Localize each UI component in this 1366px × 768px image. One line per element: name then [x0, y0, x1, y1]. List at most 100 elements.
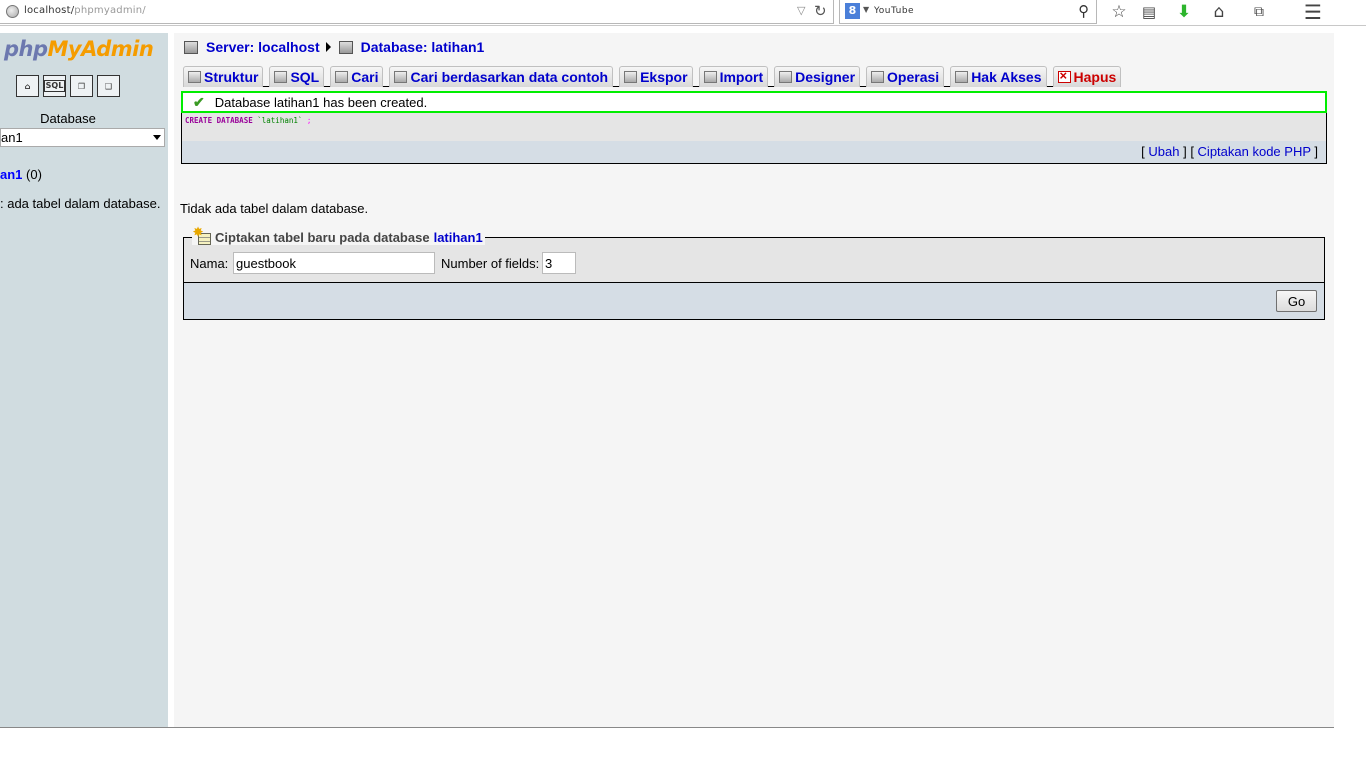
- url-bar[interactable]: localhost/phpmyadmin/ ▽ ↻: [0, 0, 834, 24]
- browser-toolbar: localhost/phpmyadmin/ ▽ ↻ 8 ▼ YouTube ⚲ …: [0, 0, 1366, 26]
- new-table-icon: [193, 225, 211, 245]
- home-icon[interactable]: ⌂: [16, 75, 39, 97]
- import-icon: [703, 71, 717, 83]
- logo-php: php: [4, 37, 48, 61]
- tab-struktur[interactable]: Struktur: [183, 66, 264, 87]
- left-icon-bar: ⌂ SQL ❐ ❑: [16, 75, 120, 97]
- tab-bar: Struktur SQL Cari Cari berdasarkan data …: [183, 66, 1122, 87]
- structure-icon: [188, 71, 201, 83]
- database-select[interactable]: an1: [0, 128, 165, 147]
- success-message: ✔ Database latihan1 has been created.: [181, 91, 1327, 113]
- tab-label: Import: [719, 69, 764, 85]
- query-window-icon[interactable]: ❐: [70, 75, 93, 97]
- designer-icon: [779, 71, 793, 83]
- sql-punctuation: ;: [302, 116, 312, 125]
- sql-icon: [274, 71, 288, 83]
- tab-label: Hak Akses: [971, 69, 1042, 85]
- tools-icon: [871, 71, 885, 83]
- tab-import[interactable]: Import: [698, 66, 769, 87]
- tab-label: Struktur: [204, 69, 259, 85]
- search-bar[interactable]: 8 ▼ YouTube ⚲: [839, 0, 1097, 24]
- sql-icon-label: SQL: [43, 80, 66, 92]
- go-button[interactable]: Go: [1276, 290, 1317, 312]
- sql-query-text: CREATE DATABASE `latihan1` ;: [185, 116, 311, 125]
- tab-sql[interactable]: SQL: [269, 66, 325, 87]
- breadcrumb-separator-icon: [325, 42, 331, 52]
- tab-cari[interactable]: Cari: [330, 66, 384, 87]
- logo-admin: Admin: [81, 37, 154, 61]
- tab-label: Hapus: [1073, 69, 1117, 85]
- menu-icon[interactable]: ☰: [1302, 1, 1324, 23]
- phpmyadmin-logo[interactable]: phpMyAdmin: [4, 37, 154, 61]
- main-content-frame: Server: localhost Database: latihan1 Str…: [174, 33, 1334, 728]
- number-of-fields-label: Number of fields:: [441, 256, 540, 271]
- tab-label: Cari: [351, 69, 379, 85]
- search-engine-icon[interactable]: 8: [845, 3, 860, 19]
- tab-label: Ekspor: [640, 69, 688, 85]
- database-label: Database: [40, 111, 96, 126]
- addon-icon[interactable]: ⧉: [1248, 1, 1270, 23]
- table-name-label: Nama:: [190, 256, 229, 271]
- create-table-footer: Go: [184, 282, 1324, 319]
- tab-cari-contoh[interactable]: Cari berdasarkan data contoh: [389, 66, 614, 87]
- db-tree-count: (0): [22, 167, 42, 182]
- edit-query-link[interactable]: Ubah: [1148, 144, 1179, 159]
- create-table-fieldset: Nama: Number of fields: Go Ciptakan tabe…: [183, 225, 1325, 320]
- history-dropdown-icon[interactable]: ▽: [797, 4, 805, 17]
- docs-icon[interactable]: ❑: [97, 75, 120, 97]
- server-icon: [184, 40, 198, 54]
- bottom-blank-area: [0, 728, 1366, 768]
- tab-hak-akses[interactable]: Hak Akses: [950, 66, 1047, 87]
- db-tree-item: an1 (0): [0, 167, 42, 182]
- sql-icon[interactable]: SQL: [43, 75, 66, 97]
- tab-label: Cari berdasarkan data contoh: [410, 69, 609, 85]
- tab-label: SQL: [290, 69, 320, 85]
- create-table-legend: Ciptakan tabel baru pada database latiha…: [192, 225, 485, 245]
- url-text[interactable]: localhost/phpmyadmin/: [24, 5, 146, 16]
- query-icon: [394, 71, 408, 83]
- url-path: phpmyadmin/: [74, 5, 146, 16]
- reload-icon[interactable]: ↻: [814, 2, 827, 20]
- create-table-legend-text: Ciptakan tabel baru pada database: [215, 229, 430, 245]
- search-engine-caret-icon[interactable]: ▼: [863, 5, 869, 14]
- success-text: Database latihan1 has been created.: [214, 94, 428, 110]
- no-tables-message: Tidak ada tabel dalam database.: [180, 201, 369, 216]
- sql-footer: [ Ubah ] [ Ciptakan kode PHP ]: [182, 141, 1326, 163]
- export-icon: [624, 71, 638, 83]
- tab-designer[interactable]: Designer: [774, 66, 861, 87]
- db-tree-link[interactable]: an1: [0, 167, 22, 182]
- database-select-value: an1: [1, 130, 23, 145]
- bookmarks-list-icon[interactable]: ▤: [1138, 1, 1160, 23]
- download-icon[interactable]: ⬇: [1173, 1, 1195, 23]
- url-host: localhost/: [24, 5, 75, 16]
- tab-ekspor[interactable]: Ekspor: [619, 66, 693, 87]
- logo-my: My: [47, 37, 82, 61]
- bookmark-star-icon[interactable]: ☆: [1108, 1, 1130, 23]
- tab-label: Operasi: [887, 69, 940, 85]
- tab-label: Designer: [795, 69, 856, 85]
- create-php-code-link[interactable]: Ciptakan kode PHP: [1198, 144, 1311, 159]
- breadcrumb-server[interactable]: Server: localhost: [206, 39, 320, 55]
- breadcrumb-database[interactable]: Database: latihan1: [361, 39, 485, 55]
- sql-query-box: CREATE DATABASE `latihan1` ; [ Ubah ] [ …: [181, 113, 1327, 164]
- privileges-icon: [955, 71, 969, 83]
- number-of-fields-input[interactable]: [542, 252, 576, 274]
- create-table-db-link[interactable]: latihan1: [434, 230, 483, 245]
- tab-operasi[interactable]: Operasi: [866, 66, 945, 87]
- search-input[interactable]: YouTube: [874, 6, 914, 16]
- dropdown-arrow-icon: [153, 135, 161, 140]
- check-icon: ✔: [193, 93, 205, 110]
- database-icon: [338, 40, 353, 54]
- globe-icon: [6, 5, 19, 18]
- search-icon[interactable]: ⚲: [1078, 2, 1089, 20]
- delete-icon: [1057, 68, 1071, 83]
- search-icon: [335, 71, 349, 83]
- right-blank-area: [1334, 33, 1366, 728]
- sql-keyword: CREATE DATABASE: [185, 116, 253, 125]
- left-no-tables-text: : ada tabel dalam database.: [0, 196, 161, 211]
- table-name-input[interactable]: [233, 252, 435, 274]
- breadcrumb: Server: localhost Database: latihan1: [184, 39, 484, 55]
- sql-identifier: `latihan1`: [257, 116, 303, 125]
- home-icon[interactable]: ⌂: [1208, 1, 1230, 23]
- tab-hapus[interactable]: Hapus: [1052, 66, 1122, 87]
